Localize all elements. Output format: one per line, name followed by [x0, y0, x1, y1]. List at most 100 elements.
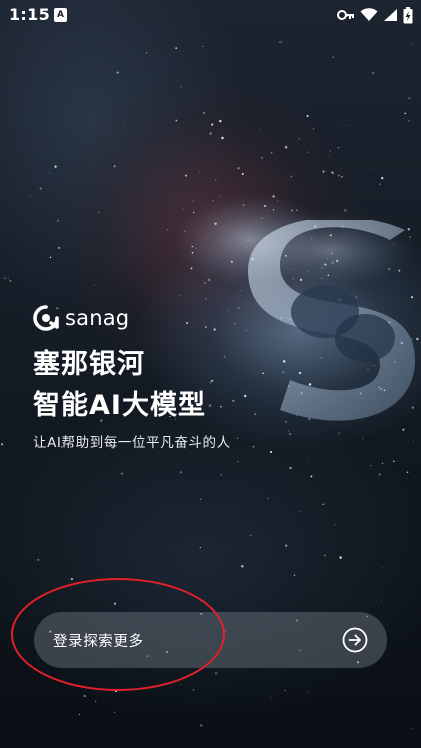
star-dot — [121, 472, 123, 475]
star-dot — [250, 479, 252, 480]
arrow-right-circle-icon[interactable] — [342, 627, 368, 653]
star-dot — [382, 566, 384, 568]
star-dot — [199, 171, 201, 173]
star-dot — [183, 230, 186, 233]
star-dot — [324, 554, 326, 557]
star-dot — [113, 711, 116, 714]
headline: 塞那银河 智能AI大模型 — [33, 344, 206, 426]
star-dot — [221, 136, 224, 140]
star-dot — [408, 96, 411, 100]
star-dot — [199, 498, 202, 501]
star-dot — [213, 328, 216, 331]
battery-charging-icon — [403, 6, 413, 23]
star-dot — [306, 459, 308, 460]
star-dot — [341, 176, 343, 178]
star-dot — [199, 724, 203, 727]
star-dot — [224, 229, 226, 230]
star-dot — [337, 146, 340, 149]
headline-line-1: 塞那银河 — [33, 349, 145, 380]
star-dot — [209, 132, 212, 135]
star-dot — [219, 196, 220, 197]
wifi-icon — [360, 8, 378, 21]
status-time: 1:15 — [9, 5, 50, 24]
star-dot — [399, 568, 401, 570]
star-dot — [404, 112, 406, 115]
star-dot — [380, 176, 384, 180]
star-dot — [276, 199, 279, 202]
star-dot — [39, 187, 42, 190]
star-dot — [175, 119, 178, 122]
star-dot — [261, 217, 263, 219]
star-dot — [322, 170, 325, 173]
star-dot — [124, 183, 125, 185]
star-dot — [83, 695, 86, 697]
star-dot — [349, 460, 351, 461]
star-dot — [180, 684, 182, 685]
galaxy-s-graphic — [248, 220, 415, 421]
star-dot — [93, 284, 95, 286]
star-dot — [308, 151, 309, 153]
star-dot — [209, 381, 212, 384]
login-button[interactable]: 登录探索更多 — [34, 612, 387, 668]
star-dot — [242, 204, 245, 207]
star-dot — [344, 209, 347, 212]
status-bar: 1:15 A — [0, 0, 421, 30]
star-dot — [205, 326, 207, 328]
star-dot — [190, 267, 193, 270]
star-dot — [211, 379, 214, 382]
star-dot — [179, 471, 182, 474]
star-dot — [192, 211, 195, 214]
tagline: 让AI帮助到每一位平凡奋斗的人 — [33, 435, 231, 451]
star-dot — [337, 174, 340, 177]
star-dot — [284, 690, 286, 692]
signal-icon — [384, 9, 397, 21]
star-dot — [233, 322, 236, 325]
star-dot — [267, 497, 269, 499]
status-icons — [337, 6, 413, 24]
brand: sanag — [33, 305, 129, 331]
star-dot — [182, 207, 184, 209]
star-dot — [208, 404, 212, 407]
star-dot — [236, 437, 239, 440]
star-dot — [296, 209, 298, 211]
star-dot — [379, 183, 381, 185]
star-dot — [202, 46, 204, 47]
star-dot — [95, 700, 97, 703]
star-dot — [180, 86, 182, 88]
star-dot — [196, 177, 198, 179]
star-dot — [308, 691, 310, 693]
star-dot — [230, 260, 233, 263]
star-dot — [1, 443, 4, 446]
star-dot — [284, 544, 288, 547]
star-dot — [409, 163, 411, 165]
star-dot — [272, 209, 275, 211]
brand-name: sanag — [65, 306, 130, 330]
star-dot — [249, 534, 252, 537]
star-dot — [266, 209, 268, 211]
star-dot — [290, 209, 294, 212]
star-dot — [370, 130, 372, 131]
star-dot — [37, 558, 40, 561]
splash-screen: 1:15 A sanag 塞那银河 智能AI大模型 让AI帮助到每一位平凡奋斗的… — [0, 0, 421, 748]
star-dot — [227, 309, 229, 311]
vpn-key-icon — [337, 10, 354, 20]
star-dot — [214, 672, 218, 675]
star-dot — [29, 194, 31, 196]
star-dot — [410, 728, 412, 730]
star-dot — [212, 199, 214, 202]
star-dot — [306, 114, 309, 118]
star-dot — [259, 129, 261, 131]
star-dot — [322, 503, 325, 506]
star-dot — [370, 464, 372, 466]
star-dot — [206, 237, 208, 239]
star-dot — [103, 567, 105, 569]
star-dot — [284, 145, 288, 149]
star-dot — [186, 321, 189, 325]
star-dot — [270, 151, 273, 154]
star-dot — [381, 462, 384, 465]
star-dot — [357, 61, 359, 63]
star-dot — [381, 600, 382, 601]
star-dot — [31, 116, 33, 118]
star-dot — [264, 204, 267, 207]
star-dot — [312, 128, 315, 130]
